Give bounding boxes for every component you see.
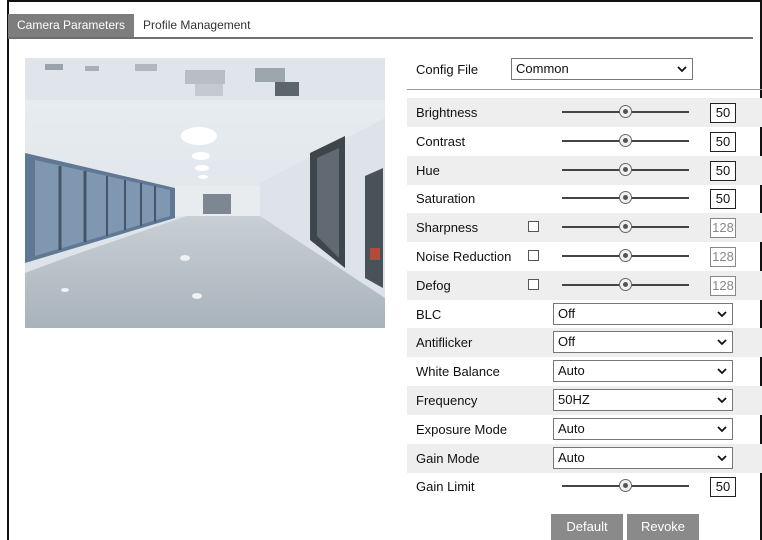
- param-row-saturation: Saturation 50: [407, 184, 762, 213]
- param-label: Gain Mode: [416, 450, 480, 466]
- param-label: Defog: [416, 277, 451, 293]
- param-label: Noise Reduction: [416, 249, 512, 264]
- param-label: Contrast: [416, 133, 466, 149]
- slider-knob-icon[interactable]: [618, 249, 632, 262]
- tab-profile-management[interactable]: Profile Management: [134, 14, 260, 37]
- config-divider: [407, 89, 762, 90]
- tab-bar: Camera Parameters Profile Management: [8, 14, 260, 37]
- param-row-hue: Hue 50: [407, 155, 762, 185]
- select-value: Auto: [558, 449, 585, 465]
- select-value: 50HZ: [558, 392, 590, 407]
- config-file-value: Common: [516, 61, 569, 76]
- chevron-down-icon: [717, 339, 727, 346]
- exposure-mode-select[interactable]: Auto: [553, 417, 733, 440]
- config-file-label: Config File: [416, 62, 479, 77]
- param-label: Brightness: [416, 105, 478, 120]
- param-label: Gain Limit: [416, 479, 475, 495]
- param-value-field[interactable]: 50: [710, 160, 736, 181]
- param-label: Antiflicker: [416, 335, 473, 351]
- param-row-gain-mode: Gain Mode Auto: [407, 443, 762, 473]
- config-file-select[interactable]: Common: [511, 58, 693, 80]
- param-row-blc: BLC Off: [407, 300, 762, 329]
- slider-knob-icon[interactable]: [618, 220, 632, 234]
- param-label: White Balance: [416, 364, 500, 380]
- param-value-field[interactable]: 50: [710, 131, 736, 152]
- param-row-sharpness: Sharpness 128: [407, 213, 762, 243]
- tab-camera-parameters[interactable]: Camera Parameters: [8, 14, 135, 37]
- slider-knob-icon[interactable]: [618, 191, 632, 205]
- white-balance-select[interactable]: Auto: [553, 360, 733, 383]
- blc-select[interactable]: Off: [553, 302, 733, 325]
- param-value-field[interactable]: 128: [710, 218, 736, 239]
- default-button[interactable]: Default: [551, 514, 623, 540]
- slider-knob-icon[interactable]: [618, 105, 632, 118]
- param-label: Hue: [416, 162, 440, 178]
- slider-knob-icon[interactable]: [618, 277, 632, 291]
- param-value-field[interactable]: 128: [710, 275, 736, 296]
- gain-mode-select[interactable]: Auto: [553, 446, 733, 469]
- checkbox-icon[interactable]: [528, 278, 539, 290]
- chevron-down-icon: [717, 368, 727, 375]
- select-value: Auto: [558, 420, 585, 436]
- param-row-noise-reduction: Noise Reduction 128: [407, 242, 762, 271]
- slider-knob-icon[interactable]: [618, 162, 632, 176]
- checkbox-icon[interactable]: [528, 221, 539, 233]
- param-value-field[interactable]: 50: [710, 477, 736, 498]
- antiflicker-select[interactable]: Off: [553, 331, 733, 354]
- chevron-down-icon: [717, 310, 727, 317]
- camera-preview: [25, 58, 385, 328]
- param-row-antiflicker: Antiflicker Off: [407, 328, 762, 358]
- select-value: Off: [558, 305, 576, 321]
- config-file-row: Config File Common: [414, 56, 762, 84]
- tab-underline: [8, 37, 753, 39]
- revoke-button[interactable]: Revoke: [627, 514, 699, 540]
- param-value-field[interactable]: 128: [710, 247, 736, 267]
- chevron-down-icon: [717, 454, 727, 461]
- param-label: Exposure Mode: [416, 421, 508, 437]
- frequency-select[interactable]: 50HZ: [553, 389, 733, 411]
- chevron-down-icon: [717, 397, 727, 404]
- param-value-field[interactable]: 50: [710, 103, 736, 123]
- select-value: Off: [558, 334, 576, 350]
- checkbox-icon[interactable]: [528, 250, 539, 261]
- slider-knob-icon[interactable]: [618, 479, 632, 493]
- param-row-white-balance: White Balance Auto: [407, 357, 762, 386]
- param-row-frequency: Frequency 50HZ: [407, 386, 762, 415]
- param-row-gain-limit: Gain Limit 50: [407, 472, 762, 501]
- param-row-brightness: Brightness 50: [407, 98, 762, 127]
- slider-knob-icon[interactable]: [618, 133, 632, 147]
- param-label: Sharpness: [416, 220, 479, 236]
- corridor-image: [25, 58, 385, 328]
- param-label: Frequency: [416, 393, 478, 408]
- select-value: Auto: [558, 363, 585, 379]
- chevron-down-icon: [677, 66, 687, 73]
- param-label: BLC: [416, 306, 442, 322]
- param-label: Saturation: [416, 191, 476, 207]
- param-row-exposure-mode: Exposure Mode Auto: [407, 415, 762, 444]
- param-value-field[interactable]: 50: [710, 189, 736, 210]
- param-row-contrast: Contrast 50: [407, 127, 762, 156]
- param-row-defog: Defog 128: [407, 270, 762, 300]
- chevron-down-icon: [717, 426, 727, 433]
